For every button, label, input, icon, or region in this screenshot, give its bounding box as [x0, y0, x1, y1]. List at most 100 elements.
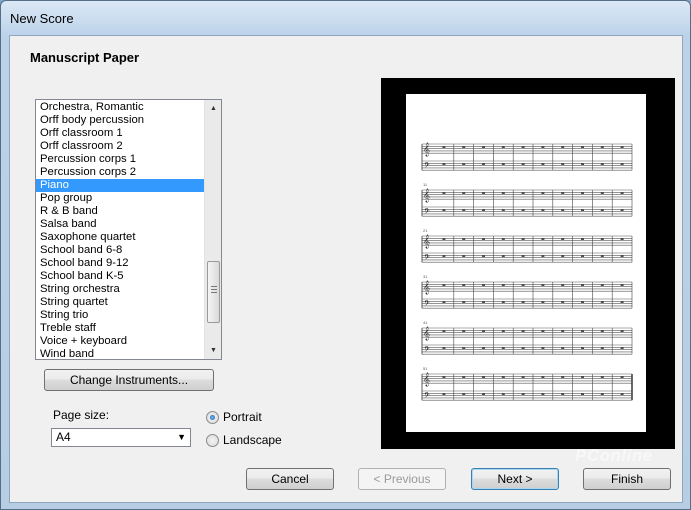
manuscript-preview: 𝄞𝄢𝄞𝄢11𝄞𝄢21𝄞𝄢31𝄞𝄢41𝄞𝄢51: [421, 142, 633, 402]
list-item[interactable]: Percussion corps 1: [36, 153, 204, 166]
list-item[interactable]: Orff classroom 2: [36, 140, 204, 153]
whole-rest: [462, 192, 466, 194]
list-item[interactable]: Saxophone quartet: [36, 231, 204, 244]
whole-rest: [561, 146, 565, 148]
bass-clef-icon: 𝄢: [424, 345, 430, 356]
scroll-up-icon[interactable]: ▲: [205, 100, 221, 117]
whole-rest: [501, 393, 505, 395]
whole-rest: [521, 393, 525, 395]
whole-rest: [541, 238, 545, 240]
whole-rest: [561, 163, 565, 165]
bass-clef-icon: 𝄢: [424, 253, 430, 264]
list-item[interactable]: Voice + keyboard: [36, 335, 204, 348]
whole-rest: [521, 163, 525, 165]
bass-clef-icon: 𝄢: [424, 299, 430, 310]
list-item[interactable]: Treble staff: [36, 322, 204, 335]
whole-rest: [561, 347, 565, 349]
scroll-thumb[interactable]: [207, 261, 220, 323]
whole-rest: [600, 301, 604, 303]
treble-clef-icon: 𝄞: [423, 280, 430, 294]
whole-rest: [541, 209, 545, 211]
whole-rest: [501, 238, 505, 240]
list-item[interactable]: School band 9-12: [36, 257, 204, 270]
whole-rest: [600, 238, 604, 240]
whole-rest: [442, 163, 446, 165]
whole-rest: [482, 376, 485, 378]
whole-rest: [442, 347, 446, 349]
list-item[interactable]: Percussion corps 2: [36, 166, 204, 179]
whole-rest: [521, 209, 525, 211]
finish-button[interactable]: Finish: [583, 468, 671, 490]
list-item[interactable]: School band 6-8: [36, 244, 204, 257]
whole-rest: [482, 192, 485, 194]
previous-button[interactable]: < Previous: [358, 468, 446, 490]
list-item[interactable]: R & B band: [36, 205, 204, 218]
list-item[interactable]: Pop group: [36, 192, 204, 205]
instrument-listbox[interactable]: Orchestra, Romantic Orff body percussion O…: [35, 99, 222, 360]
whole-rest: [541, 163, 545, 165]
whole-rest: [482, 146, 485, 148]
measure-number: 31: [423, 274, 428, 279]
grip-line: [211, 289, 217, 290]
whole-rest: [620, 301, 624, 303]
whole-rest: [462, 209, 466, 211]
cancel-button[interactable]: Cancel: [246, 468, 334, 490]
whole-rest: [482, 238, 485, 240]
whole-rest: [442, 146, 446, 148]
next-button[interactable]: Next >: [471, 468, 559, 490]
title-bar: New Score: [1, 1, 690, 35]
whole-rest: [462, 330, 466, 332]
whole-rest: [501, 209, 505, 211]
whole-rest: [581, 209, 584, 211]
list-item[interactable]: Wind band: [36, 348, 204, 359]
list-item[interactable]: Orff body percussion: [36, 114, 204, 127]
whole-rest: [482, 330, 485, 332]
whole-rest: [442, 376, 446, 378]
whole-rest: [600, 192, 604, 194]
list-item[interactable]: String trio: [36, 309, 204, 322]
whole-rest: [521, 146, 525, 148]
grip-line: [211, 292, 217, 293]
landscape-label: Landscape: [223, 433, 282, 447]
list-item[interactable]: Orff classroom 1: [36, 127, 204, 140]
whole-rest: [541, 347, 545, 349]
scroll-down-icon[interactable]: ▼: [205, 342, 221, 359]
page-size-select[interactable]: A4 ▼: [51, 428, 191, 447]
whole-rest: [541, 192, 545, 194]
whole-rest: [462, 301, 466, 303]
measure-number: 51: [423, 366, 428, 371]
whole-rest: [482, 209, 485, 211]
list-item[interactable]: Piano: [36, 179, 204, 192]
treble-clef-icon: 𝄞: [423, 372, 430, 386]
whole-rest: [620, 163, 624, 165]
score-preview: 𝄞 𝄢 𝄞 𝄢 11 𝄞 𝄢 21 𝄞 𝄢 31 𝄞 𝄢 41 𝄞 𝄢 51: [381, 78, 675, 449]
measure-number: 11: [423, 182, 428, 187]
whole-rest: [620, 146, 624, 148]
list-scrollbar[interactable]: ▲ ▼: [204, 100, 221, 359]
whole-rest: [462, 284, 466, 286]
dialog-content: Manuscript Paper Orchestra, Romantic Orff…: [9, 35, 683, 503]
change-instruments-button[interactable]: Change Instruments...: [44, 369, 214, 391]
whole-rest: [501, 192, 505, 194]
whole-rest: [620, 192, 624, 194]
list-item[interactable]: Orchestra, Romantic: [36, 101, 204, 114]
list-item[interactable]: School band K-5: [36, 270, 204, 283]
measure-number: 21: [423, 228, 428, 233]
whole-rest: [442, 301, 446, 303]
whole-rest: [561, 301, 565, 303]
list-item[interactable]: Salsa band: [36, 218, 204, 231]
whole-rest: [541, 301, 545, 303]
whole-rest: [581, 146, 584, 148]
treble-clef-icon: 𝄞: [423, 188, 430, 202]
whole-rest: [561, 255, 565, 257]
watermark: PConline: [575, 446, 653, 465]
whole-rest: [462, 347, 466, 349]
list-item[interactable]: String orchestra: [36, 283, 204, 296]
whole-rest: [620, 330, 624, 332]
whole-rest: [462, 238, 466, 240]
landscape-radio[interactable]: [206, 434, 219, 447]
list-item[interactable]: String quartet: [36, 296, 204, 309]
whole-rest: [482, 347, 485, 349]
whole-rest: [600, 393, 604, 395]
portrait-radio[interactable]: [206, 411, 219, 424]
